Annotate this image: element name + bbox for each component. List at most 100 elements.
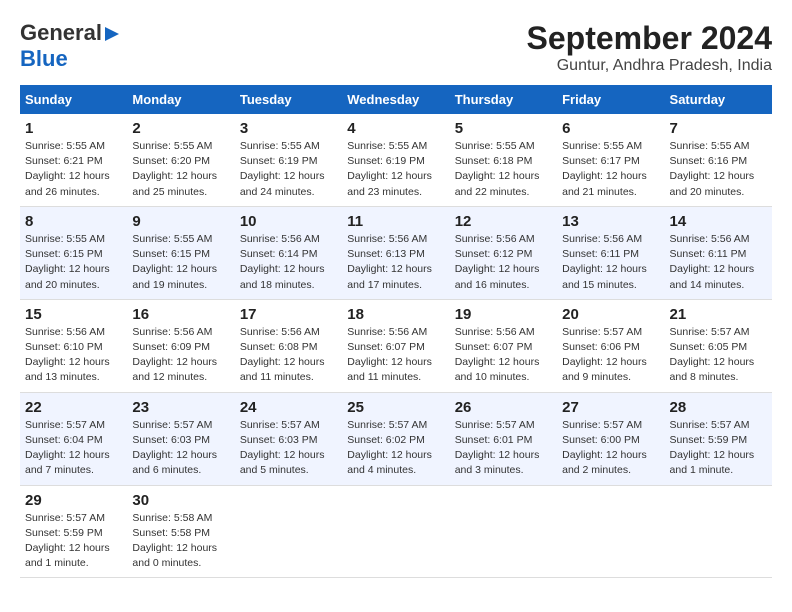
header-cell-tuesday: Tuesday — [235, 85, 342, 114]
day-number: 27 — [562, 399, 659, 416]
day-info: Sunrise: 5:56 AMSunset: 6:07 PMDaylight:… — [455, 325, 552, 386]
day-cell: 13 Sunrise: 5:56 AMSunset: 6:11 PMDayligh… — [557, 206, 664, 299]
day-cell — [665, 485, 772, 578]
title-block: September 2024 Guntur, Andhra Pradesh, I… — [527, 20, 772, 75]
header-row: SundayMondayTuesdayWednesdayThursdayFrid… — [20, 85, 772, 114]
logo-arrow-icon — [103, 25, 121, 43]
day-number: 6 — [562, 120, 659, 137]
day-number: 12 — [455, 213, 552, 230]
day-number: 25 — [347, 399, 444, 416]
logo: General Blue — [20, 20, 121, 72]
week-row-1: 1 Sunrise: 5:55 AMSunset: 6:21 PMDaylight… — [20, 114, 772, 206]
day-cell: 21 Sunrise: 5:57 AMSunset: 6:05 PMDayligh… — [665, 299, 772, 392]
day-info: Sunrise: 5:56 AMSunset: 6:08 PMDaylight:… — [240, 325, 337, 386]
week-row-3: 15 Sunrise: 5:56 AMSunset: 6:10 PMDayligh… — [20, 299, 772, 392]
day-info: Sunrise: 5:55 AMSunset: 6:20 PMDaylight:… — [132, 139, 229, 200]
day-number: 26 — [455, 399, 552, 416]
day-cell: 1 Sunrise: 5:55 AMSunset: 6:21 PMDaylight… — [20, 114, 127, 206]
day-cell: 4Sunrise: 5:55 AMSunset: 6:19 PMDaylight… — [342, 114, 449, 206]
header-cell-thursday: Thursday — [450, 85, 557, 114]
logo-text-general: General — [20, 20, 102, 46]
day-info: Sunrise: 5:56 AMSunset: 6:13 PMDaylight:… — [347, 232, 444, 293]
day-number: 23 — [132, 399, 229, 416]
week-row-4: 22 Sunrise: 5:57 AMSunset: 6:04 PMDayligh… — [20, 392, 772, 485]
day-cell: 28 Sunrise: 5:57 AMSunset: 5:59 PMDayligh… — [665, 392, 772, 485]
day-cell: 6Sunrise: 5:55 AMSunset: 6:17 PMDaylight… — [557, 114, 664, 206]
header-cell-friday: Friday — [557, 85, 664, 114]
day-info: Sunrise: 5:56 AMSunset: 6:12 PMDaylight:… — [455, 232, 552, 293]
day-info: Sunrise: 5:57 AMSunset: 6:06 PMDaylight:… — [562, 325, 659, 386]
day-number: 11 — [347, 213, 444, 230]
header-cell-sunday: Sunday — [20, 85, 127, 114]
calendar-subtitle: Guntur, Andhra Pradesh, India — [527, 57, 772, 75]
day-cell — [235, 485, 342, 578]
day-number: 19 — [455, 306, 552, 323]
header-cell-monday: Monday — [127, 85, 234, 114]
day-info: Sunrise: 5:55 AMSunset: 6:15 PMDaylight:… — [132, 232, 229, 293]
day-info: Sunrise: 5:56 AMSunset: 6:11 PMDaylight:… — [562, 232, 659, 293]
day-number: 17 — [240, 306, 337, 323]
day-cell: 18 Sunrise: 5:56 AMSunset: 6:07 PMDayligh… — [342, 299, 449, 392]
day-info: Sunrise: 5:56 AMSunset: 6:11 PMDaylight:… — [670, 232, 767, 293]
header-cell-wednesday: Wednesday — [342, 85, 449, 114]
logo-text-blue: Blue — [20, 46, 68, 71]
day-number: 22 — [25, 399, 122, 416]
day-info: Sunrise: 5:55 AMSunset: 6:15 PMDaylight:… — [25, 232, 122, 293]
day-info: Sunrise: 5:55 AMSunset: 6:19 PMDaylight:… — [347, 139, 444, 200]
day-cell: 9Sunrise: 5:55 AMSunset: 6:15 PMDaylight… — [127, 206, 234, 299]
day-info: Sunrise: 5:56 AMSunset: 6:07 PMDaylight:… — [347, 325, 444, 386]
day-cell: 7Sunrise: 5:55 AMSunset: 6:16 PMDaylight… — [665, 114, 772, 206]
day-cell: 29Sunrise: 5:57 AMSunset: 5:59 PMDayligh… — [20, 485, 127, 578]
day-number: 1 — [25, 120, 122, 137]
day-cell: 10Sunrise: 5:56 AMSunset: 6:14 PMDayligh… — [235, 206, 342, 299]
day-info: Sunrise: 5:57 AMSunset: 6:05 PMDaylight:… — [670, 325, 767, 386]
day-number: 21 — [670, 306, 767, 323]
calendar-title: September 2024 — [527, 20, 772, 57]
day-cell: 14Sunrise: 5:56 AMSunset: 6:11 PMDayligh… — [665, 206, 772, 299]
day-cell: 16 Sunrise: 5:56 AMSunset: 6:09 PMDayligh… — [127, 299, 234, 392]
day-cell: 3Sunrise: 5:55 AMSunset: 6:19 PMDaylight… — [235, 114, 342, 206]
day-info: Sunrise: 5:57 AMSunset: 5:59 PMDaylight:… — [670, 418, 767, 479]
day-cell — [450, 485, 557, 578]
day-cell: 24 Sunrise: 5:57 AMSunset: 6:03 PMDayligh… — [235, 392, 342, 485]
day-info: Sunrise: 5:57 AMSunset: 6:03 PMDaylight:… — [132, 418, 229, 479]
day-info: Sunrise: 5:56 AMSunset: 6:09 PMDaylight:… — [132, 325, 229, 386]
day-number: 28 — [670, 399, 767, 416]
day-info: Sunrise: 5:57 AMSunset: 6:00 PMDaylight:… — [562, 418, 659, 479]
calendar-table: SundayMondayTuesdayWednesdayThursdayFrid… — [20, 85, 772, 578]
day-info: Sunrise: 5:57 AMSunset: 6:04 PMDaylight:… — [25, 418, 122, 479]
day-number: 2 — [132, 120, 229, 137]
day-cell — [342, 485, 449, 578]
day-cell: 26 Sunrise: 5:57 AMSunset: 6:01 PMDayligh… — [450, 392, 557, 485]
day-info: Sunrise: 5:55 AMSunset: 6:16 PMDaylight:… — [670, 139, 767, 200]
day-cell: 2 Sunrise: 5:55 AMSunset: 6:20 PMDaylight… — [127, 114, 234, 206]
day-number: 30 — [132, 492, 229, 509]
day-number: 18 — [347, 306, 444, 323]
day-number: 5 — [455, 120, 552, 137]
page-header: General Blue September 2024 Guntur, Andh… — [20, 20, 772, 75]
day-number: 3 — [240, 120, 337, 137]
day-cell: 15 Sunrise: 5:56 AMSunset: 6:10 PMDayligh… — [20, 299, 127, 392]
day-number: 15 — [25, 306, 122, 323]
day-info: Sunrise: 5:55 AMSunset: 6:21 PMDaylight:… — [25, 139, 122, 200]
day-number: 24 — [240, 399, 337, 416]
day-cell: 19 Sunrise: 5:56 AMSunset: 6:07 PMDayligh… — [450, 299, 557, 392]
day-number: 29 — [25, 492, 122, 509]
day-cell: 5 Sunrise: 5:55 AMSunset: 6:18 PMDaylight… — [450, 114, 557, 206]
day-cell: 12 Sunrise: 5:56 AMSunset: 6:12 PMDayligh… — [450, 206, 557, 299]
day-info: Sunrise: 5:57 AMSunset: 6:01 PMDaylight:… — [455, 418, 552, 479]
day-number: 16 — [132, 306, 229, 323]
day-cell: 20Sunrise: 5:57 AMSunset: 6:06 PMDayligh… — [557, 299, 664, 392]
day-info: Sunrise: 5:56 AMSunset: 6:10 PMDaylight:… — [25, 325, 122, 386]
day-cell: 8 Sunrise: 5:55 AMSunset: 6:15 PMDaylight… — [20, 206, 127, 299]
day-cell — [557, 485, 664, 578]
day-info: Sunrise: 5:57 AMSunset: 6:03 PMDaylight:… — [240, 418, 337, 479]
day-number: 13 — [562, 213, 659, 230]
day-info: Sunrise: 5:55 AMSunset: 6:18 PMDaylight:… — [455, 139, 552, 200]
day-info: Sunrise: 5:58 AMSunset: 5:58 PMDaylight:… — [132, 511, 229, 572]
week-row-5: 29Sunrise: 5:57 AMSunset: 5:59 PMDayligh… — [20, 485, 772, 578]
day-cell: 27 Sunrise: 5:57 AMSunset: 6:00 PMDayligh… — [557, 392, 664, 485]
day-number: 8 — [25, 213, 122, 230]
day-cell: 17 Sunrise: 5:56 AMSunset: 6:08 PMDayligh… — [235, 299, 342, 392]
day-number: 10 — [240, 213, 337, 230]
